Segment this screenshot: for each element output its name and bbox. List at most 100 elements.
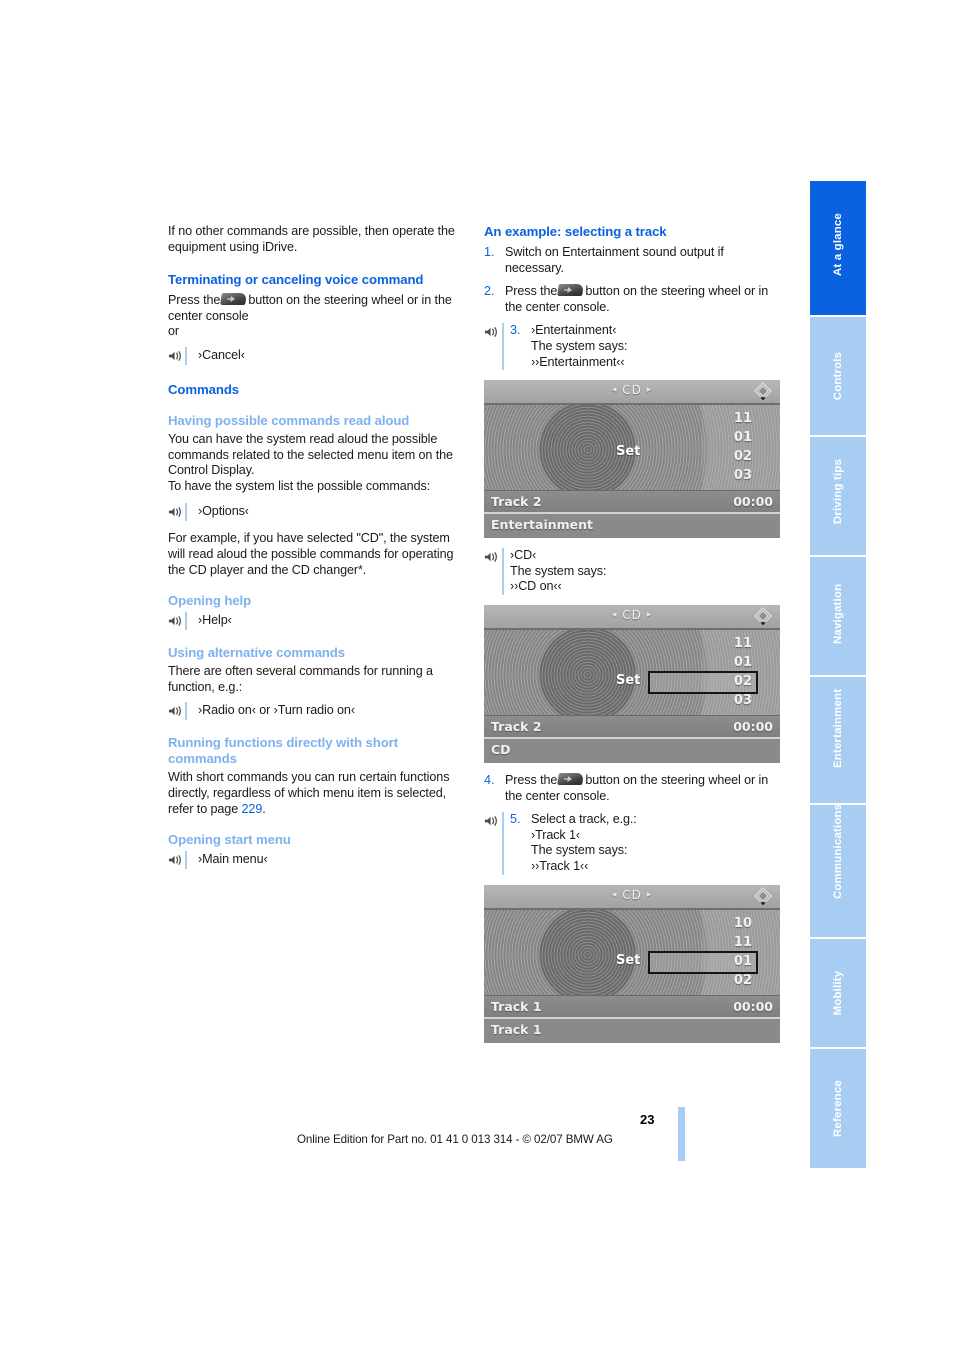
step-item-voice: 5. Select a track, e.g.: ›Track 1‹ The s… [484,812,780,875]
step-text: ›Entertainment‹ The system says: ››Enter… [531,323,627,370]
tab-label: Mobility [832,970,844,1016]
tab-mobility[interactable]: Mobility [810,939,866,1049]
track-number[interactable]: 01 [712,428,752,447]
page-reference-link[interactable]: 229 [242,802,263,816]
next-arrow-icon[interactable]: ▸ [647,385,653,395]
alternative-paragraph: There are often several commands for run… [168,664,433,694]
screen-statusbar: Entertainment [484,512,780,539]
tab-driving-tips[interactable]: Driving tips [810,437,866,557]
voice-block-cd: ›CD‹ The system says: ››CD on‹‹ [484,548,780,595]
manual-page: If no other commands are possible, then … [0,0,954,1351]
track-number[interactable]: 02 [712,447,752,466]
set-label: Set [616,672,641,688]
left-column: If no other commands are possible, then … [168,224,464,879]
track-number[interactable]: 11 [712,409,752,428]
page-number-rule [678,1107,685,1161]
tab-label: Communications [832,803,844,899]
voice-icon-wrap [168,702,198,721]
voice-accent-bar [185,612,187,631]
track-number[interactable]: 03 [712,466,752,485]
step-number: 4. [484,772,495,787]
heading-commands: Commands [168,381,240,397]
track-number-selected[interactable]: 02 [712,672,752,691]
step-number: 2. [484,284,495,299]
voice-icon-wrap [484,323,510,371]
tab-label: Reference [832,1079,844,1137]
screen-topbar: ◂ CD ▸ [484,884,780,910]
steering-wheel-button-icon [557,772,585,785]
tab-controls[interactable]: Controls [810,317,866,437]
read-aloud-paragraph-2: To have the system list the possible com… [168,478,431,493]
screen-title-wrap: ◂ CD ▸ [484,383,780,397]
system-says-value: ››CD on‹‹ [510,579,562,594]
voice-command-text: ›Entertainment‹ [531,323,617,338]
speak-icon [168,616,181,627]
track-number[interactable]: 01 [712,653,752,672]
system-says-label: The system says: [531,843,628,858]
page-number: 23 [640,1112,655,1127]
next-arrow-icon[interactable]: ▸ [647,890,653,900]
intro-paragraph: If no other commands are possible, then … [168,224,455,254]
compass-icon [754,382,772,401]
voice-icon-wrap [168,851,198,870]
screen-title: CD [622,607,642,622]
step-number: 1. [484,245,495,259]
heading-read-aloud: Having possible commands read aloud [168,412,410,428]
set-label: Set [616,952,641,968]
tab-at-a-glance[interactable]: At a glance [810,181,866,317]
track-number-list: 10 11 01 02 [712,914,752,990]
voice-accent-bar [185,503,187,522]
voice-icon-wrap [484,548,510,595]
step-text: Press the button on the steering wheel or… [505,772,780,804]
system-says-label: The system says: [531,338,628,353]
tab-navigation[interactable]: Navigation [810,557,866,677]
compass-icon [754,606,772,625]
track-number-selected[interactable]: 01 [712,952,752,971]
terminating-paragraph: Press the button on the steering wheel or… [168,293,464,324]
track-number-list: 11 01 02 03 [712,634,752,710]
speak-icon [168,350,181,361]
next-arrow-icon[interactable]: ▸ [647,610,653,620]
screen-infobar: Track 1 00:00 [484,994,780,1019]
tab-label: Controls [832,351,844,401]
voice-accent-bar [502,548,504,595]
track-number[interactable]: 11 [712,634,752,653]
prev-arrow-icon[interactable]: ◂ [612,385,618,395]
tab-entertainment[interactable]: Entertainment [810,677,866,805]
tab-communications[interactable]: Communications [810,803,866,939]
step-text: Switch on Entertainment sound output if … [505,245,724,275]
track-number[interactable]: 03 [712,691,752,710]
heading-alternative-commands: Using alternative commands [168,645,345,661]
screen-elapsed-time: 00:00 [733,998,773,1014]
voice-command-radio-on: ›Radio on‹ or ›Turn radio on‹ [168,702,464,721]
track-number[interactable]: 02 [712,971,752,990]
screen-title: CD [622,887,642,902]
example-steps-list: 1. Switch on Entertainment sound output … [484,245,780,371]
track-number[interactable]: 11 [712,933,752,952]
voice-icon-wrap [168,612,198,631]
screen-infobar: Track 2 00:00 [484,490,780,515]
screen-title: CD [622,383,642,398]
prev-arrow-icon[interactable]: ◂ [612,610,618,620]
voice-command-icon [168,612,187,631]
track-number-list: 11 01 02 03 [712,409,752,485]
voice-command-icon [484,812,504,875]
speak-icon [484,816,497,827]
track-number[interactable]: 10 [712,914,752,933]
screen-elapsed-time: 00:00 [733,718,773,734]
chapter-tab-rail: At a glance Controls Driving tips Naviga… [810,181,866,1170]
prev-arrow-icon[interactable]: ◂ [612,890,618,900]
step-number: 3. [510,323,521,338]
voice-command-text: ›Track 1‹ [531,827,581,842]
voice-command-text: ›Main menu‹ [198,852,268,867]
step-text-pre: Press the [505,284,558,299]
voice-accent-bar [185,851,187,870]
voice-command-cancel: ›Cancel‹ [168,346,464,365]
system-says-value: ››Entertainment‹‹ [531,354,625,369]
terminating-text-pre: Press the [168,293,221,308]
compass-icon [754,886,772,905]
tab-label: Navigation [832,583,844,644]
tab-reference[interactable]: Reference [810,1049,866,1168]
short-commands-paragraph: With short commands you can run certain … [168,770,464,817]
read-aloud-paragraph-1: You can have the system read aloud the p… [168,431,453,478]
